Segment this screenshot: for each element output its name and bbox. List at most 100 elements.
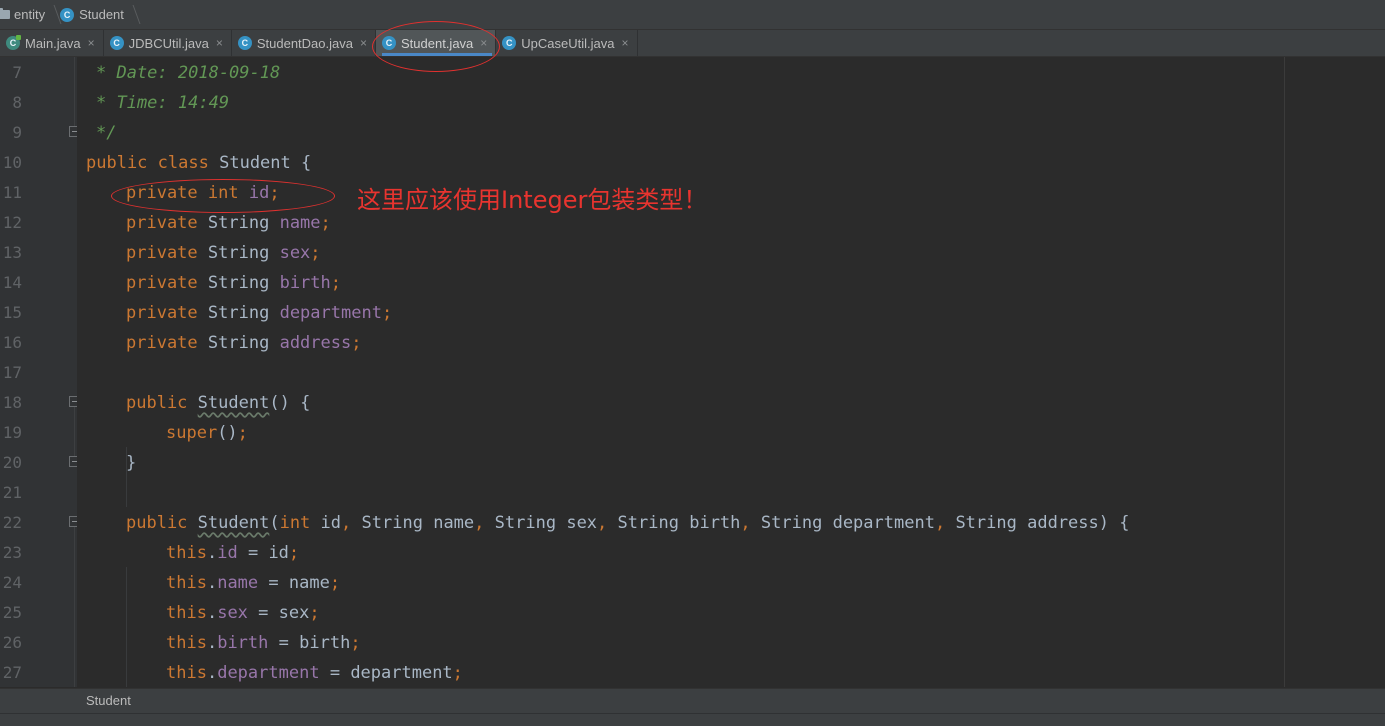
constructor-name: Student [197,513,270,533]
param-name: name [288,573,330,593]
tab-jdbcutil-java[interactable]: C JDBCUtil.java × [104,30,232,56]
tab-label: UpCaseUtil.java [521,35,615,51]
class-icon: C [237,36,252,50]
code-line-19: super(); [166,418,248,448]
class-icon: C [60,7,75,22]
line-number: 22 [2,513,22,532]
code-line-20: } [126,448,136,478]
keyword: this [166,573,207,593]
right-margin-guide [1284,57,1285,687]
semicolon: ; [329,573,341,593]
semicolon: ; [288,543,300,563]
parens: () [269,393,290,413]
semicolon: ; [309,603,320,623]
code-line-16: private String address; [126,328,361,358]
folder-icon [0,8,10,19]
code-line-22: public Student(int id, String name, Stri… [126,508,1130,538]
keyword: this [166,633,207,653]
comma: , [934,513,946,533]
keyword: public [86,153,148,173]
breadcrumb-separator [48,0,58,29]
field-name: birth [279,273,331,293]
editor-tab-bar: C Main.java × C JDBCUtil.java × C Studen… [0,30,1385,57]
type-name: String [760,513,823,533]
line-number: 26 [2,633,22,652]
semicolon: ; [310,243,321,263]
param-name: birth [299,633,351,653]
tab-studentdao-java[interactable]: C StudentDao.java × [232,30,376,56]
breadcrumb-item-student[interactable]: C Student [60,0,124,29]
param-name: birth [689,513,741,533]
brace: } [126,453,137,473]
code-highlight-ring [111,179,335,213]
dot: . [206,573,218,593]
code-line-8: * Time: 14:49 [96,88,229,118]
code-editor[interactable]: * Date: 2018-09-18 * Time: 14:49 */ publ… [77,57,1385,687]
main-class-icon: C [6,35,21,50]
keyword: this [166,543,207,563]
type-name: String [955,513,1017,533]
keyword: private [126,303,198,323]
tab-main-java[interactable]: C Main.java × [0,30,104,56]
code-line-9: */ [96,118,116,148]
brace: { [301,153,312,173]
semicolon: ; [381,303,393,323]
line-number: 19 [2,423,22,442]
operator: = [278,633,289,653]
code-line-14: private String birth; [126,268,341,298]
field-name: name [217,573,259,593]
line-number: 15 [2,303,22,322]
editor-breadcrumb-bar: Student [0,688,1385,714]
close-icon[interactable]: × [216,36,223,50]
breadcrumb-item-entity[interactable]: entity [0,0,45,29]
field-name: sex [217,603,248,623]
semicolon: ; [351,333,362,353]
close-icon[interactable]: × [622,36,629,50]
line-number: 23 [2,543,22,562]
keyword: public [126,393,188,413]
code-line-25: this.sex = sex; [166,598,320,628]
comment-text: */ [96,123,117,143]
line-number-gutter[interactable]: 7 8 9 10 11 12 13 14 15 16 17 18 19 20 2… [0,57,77,687]
line-number: 13 [2,243,22,262]
indent-guide [126,567,127,687]
line-number: 20 [2,453,22,472]
comma: , [740,513,751,533]
semicolon: ; [330,273,342,293]
line-number: 7 [12,63,22,82]
type-name: String [207,273,270,293]
bottom-strip [0,713,1385,726]
breadcrumb-folder-label: entity [14,7,46,22]
line-number: 8 [12,93,22,112]
code-line-7: * Date: 2018-09-18 [96,58,280,88]
code-line-23: this.id = id; [166,538,299,568]
close-icon[interactable]: × [360,36,367,50]
line-number: 14 [2,273,22,292]
fold-guide [74,407,75,457]
param-name: sex [566,513,598,533]
paren: ( [269,513,280,533]
line-number: 9 [12,123,22,142]
line-number: 17 [2,363,22,382]
type-name: String [207,213,270,233]
close-icon[interactable]: × [88,36,95,50]
semicolon: ; [350,633,361,653]
dot: . [206,633,218,653]
line-number: 27 [2,663,22,682]
keyword: private [126,273,198,293]
constructor-name: Student [197,393,270,413]
line-number: 16 [2,333,22,352]
field-name: address [279,333,352,353]
structure-label[interactable]: Student [86,693,131,708]
param-name: id [268,543,289,563]
keyword: private [126,243,198,263]
dot: . [206,603,218,623]
tab-upcaseutil-java[interactable]: C UpCaseUtil.java × [496,30,638,56]
param-name: sex [278,603,310,623]
line-number: 24 [2,573,22,592]
tab-label: Main.java [25,35,81,51]
brace: { [1119,513,1130,533]
comment-text: * Date: 2018-09-18 [96,63,281,83]
line-number: 10 [2,153,22,172]
keyword: this [166,663,207,683]
